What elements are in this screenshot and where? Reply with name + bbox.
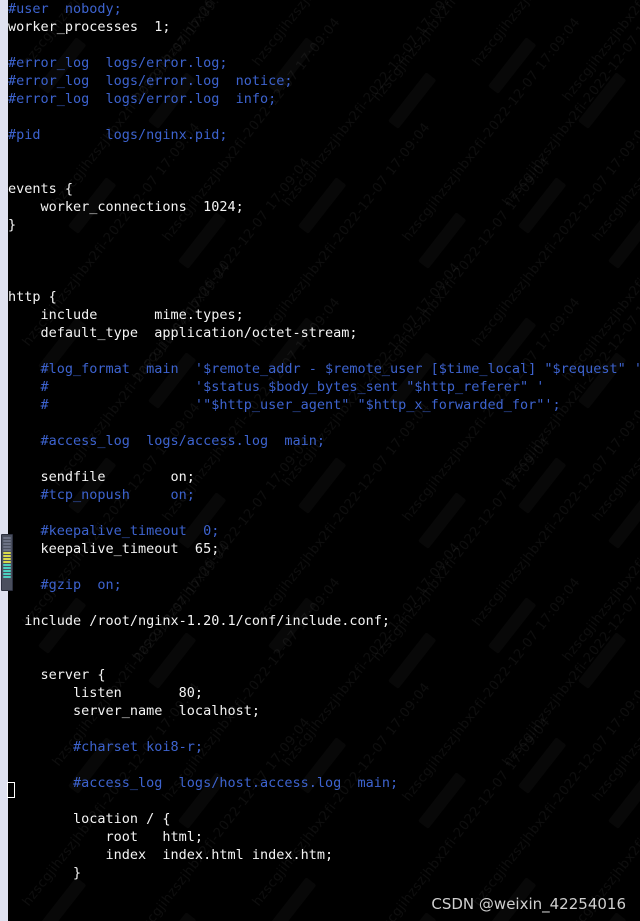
code-line: #access_log logs/host.access.log main;: [8, 775, 399, 791]
csdn-credit-watermark: CSDN @weixin_42254016: [431, 895, 626, 913]
code-line: server_name localhost;: [8, 703, 260, 719]
code-line: }: [8, 865, 82, 881]
code-line: events {: [8, 181, 74, 197]
code-line: #gzip on;: [8, 577, 122, 593]
code-line: location / {: [8, 811, 171, 827]
code-line: worker_processes 1;: [8, 19, 171, 35]
code-line: #charset koi8-r;: [8, 739, 204, 755]
code-line: root html;: [8, 829, 204, 845]
code-line: include /root/nginx-1.20.1/conf/include.…: [8, 613, 391, 629]
code-line: #error_log logs/error.log info;: [8, 91, 277, 107]
code-line: keepalive_timeout 65;: [8, 541, 220, 557]
code-line: #user nobody;: [8, 1, 122, 17]
code-content[interactable]: #user nobody; worker_processes 1; #error_…: [0, 0, 640, 921]
code-line: #pid logs/nginx.pid;: [8, 127, 228, 143]
code-line: }: [8, 217, 17, 233]
code-line: http {: [8, 289, 57, 305]
code-line: # '$status $body_bytes_sent "$http_refer…: [8, 379, 545, 395]
code-line: #access_log logs/access.log main;: [8, 433, 325, 449]
code-line: worker_connections 1024;: [8, 199, 244, 215]
code-line: server {: [8, 667, 106, 683]
code-line: #error_log logs/error.log notice;: [8, 73, 293, 89]
code-line: include mime.types;: [8, 307, 244, 323]
code-editor-screen: hzscgjihzszjhbx2fi-2022-12-07 17:09:04 hz…: [0, 0, 640, 921]
code-line: #tcp_nopush on;: [8, 487, 195, 503]
code-line: index index.html index.htm;: [8, 847, 334, 863]
code-line: #keepalive_timeout 0;: [8, 523, 220, 539]
code-line: #log_format main '$remote_addr - $remote…: [8, 361, 640, 377]
code-line: #error_log logs/error.log;: [8, 55, 228, 71]
code-line: listen 80;: [8, 685, 204, 701]
code-line: sendfile on;: [8, 469, 195, 485]
code-line: # '"$http_user_agent" "$http_x_forwarded…: [8, 397, 561, 413]
code-line: default_type application/octet-stream;: [8, 325, 358, 341]
